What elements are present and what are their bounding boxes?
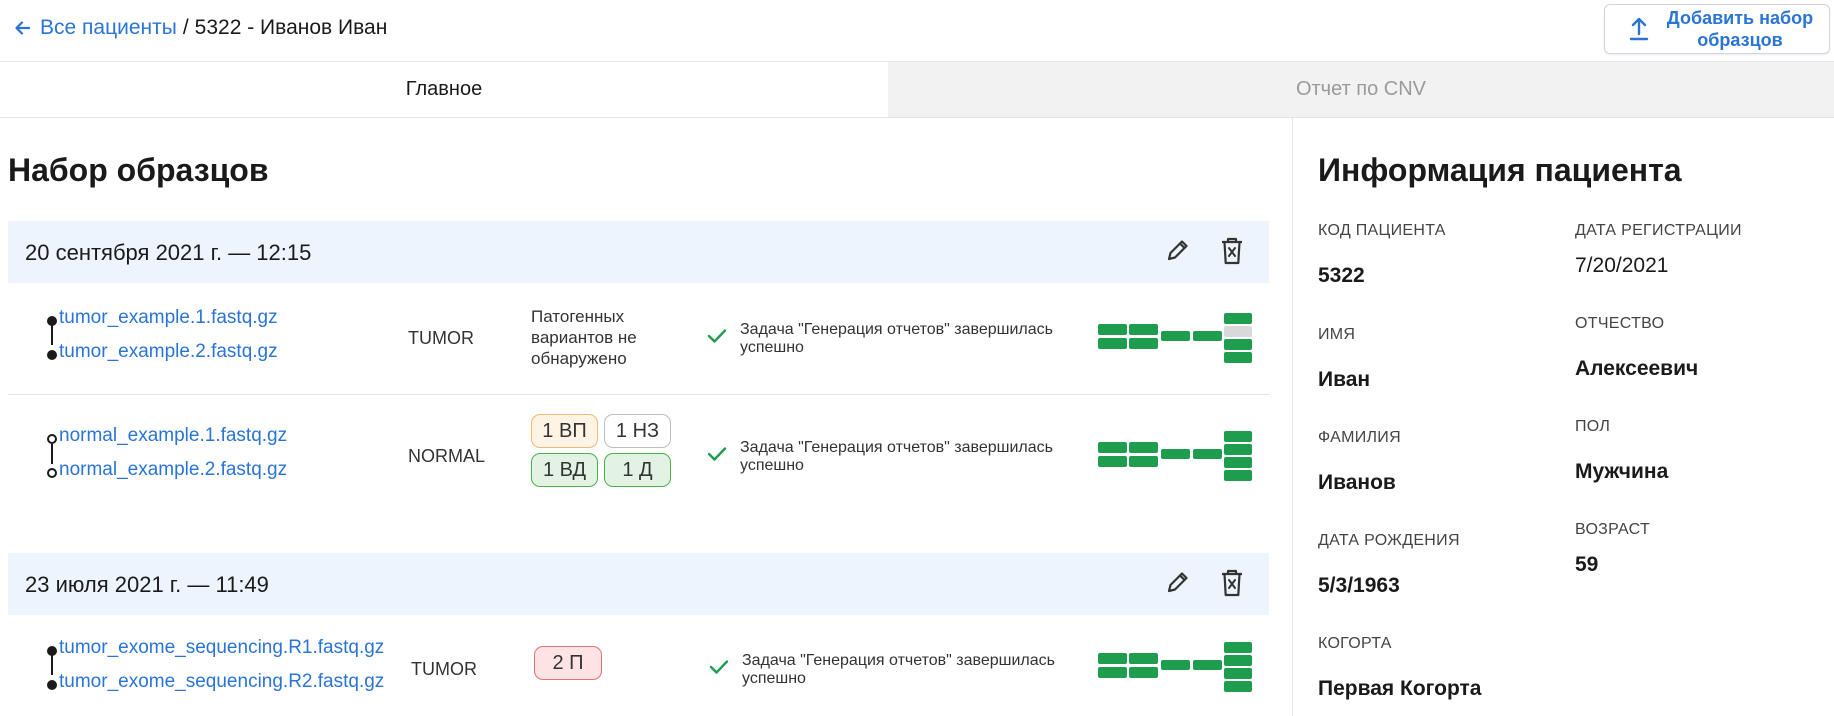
breadcrumb-current: 5322 - Иванов Иван <box>194 16 388 39</box>
pencil-icon[interactable] <box>1165 237 1191 263</box>
pipeline-progress-icon[interactable] <box>1098 431 1252 483</box>
trash-icon[interactable] <box>1220 236 1244 266</box>
sample-type: TUMOR <box>408 328 474 348</box>
file-link[interactable]: tumor_example.1.fastq.gz <box>59 307 278 329</box>
file-dot-icon <box>47 434 57 444</box>
variant-badge[interactable]: 1 Д <box>604 453 671 487</box>
patronymic-value: Алексеевич <box>1575 357 1699 380</box>
check-icon <box>707 329 727 343</box>
last-name-label: ФАМИЛИЯ <box>1318 429 1401 446</box>
add-sample-set-button[interactable]: Добавить набор образцов <box>1604 4 1830 54</box>
task-status: Задача "Генерация отчетов" завершилась у… <box>742 652 1055 687</box>
pipeline-progress-icon[interactable] <box>1098 642 1252 694</box>
breadcrumb: Все пациенты / 5322 - Иванов Иван <box>14 16 387 40</box>
task-status: Задача "Генерация отчетов" завершилась у… <box>740 321 1053 356</box>
file-dot-icon <box>47 350 57 360</box>
pencil-icon[interactable] <box>1165 569 1191 595</box>
variant-badge[interactable]: 1 ВД <box>531 453 598 487</box>
tab-cnv-report[interactable]: Отчет по CNV <box>888 62 1834 117</box>
check-icon <box>709 660 729 674</box>
variant-badge[interactable]: 1 НЗ <box>604 414 671 448</box>
cohort-label: КОГОРТА <box>1318 635 1392 652</box>
sample-sets-panel: Набор образцов 20 сентября 2021 г. — 12:… <box>0 118 1292 716</box>
registration-date-value: 7/20/2021 <box>1575 254 1669 277</box>
breadcrumb-separator: / <box>182 16 189 39</box>
back-link-label[interactable]: Все пациенты <box>40 16 177 40</box>
sample-type: NORMAL <box>408 446 486 466</box>
tab-main[interactable]: Главное <box>0 62 888 117</box>
sample-row: tumor_exome_sequencing.R1.fastq.gz tumor… <box>8 615 1269 716</box>
patient-info-panel: Информация пациента КОД ПАЦИЕНТА 5322 ДА… <box>1292 118 1834 716</box>
birth-date-value: 5/3/1963 <box>1318 574 1400 597</box>
sample-row: normal_example.1.fastq.gz normal_example… <box>8 396 1269 516</box>
pathogenic-variants-text: Патогенных вариантов не обнаружено <box>531 307 637 368</box>
sex-value: Мужчина <box>1575 460 1669 483</box>
sample-set-header: 23 июля 2021 г. — 11:49 <box>8 553 1269 615</box>
file-link[interactable]: normal_example.2.fastq.gz <box>59 459 287 481</box>
file-link[interactable]: tumor_example.2.fastq.gz <box>59 341 278 363</box>
registration-date-label: ДАТА РЕГИСТРАЦИИ <box>1575 222 1742 239</box>
arrow-left-icon <box>15 21 30 35</box>
file-link-line <box>51 444 53 464</box>
sample-set-header: 20 сентября 2021 г. — 12:15 <box>8 221 1269 283</box>
variant-badge[interactable]: 1 ВП <box>531 414 598 448</box>
file-link[interactable]: normal_example.1.fastq.gz <box>59 425 287 447</box>
sex-label: ПОЛ <box>1575 418 1611 435</box>
upload-icon <box>1629 17 1649 41</box>
check-icon <box>707 447 727 461</box>
file-link[interactable]: tumor_exome_sequencing.R1.fastq.gz <box>59 637 384 659</box>
patient-code-label: КОД ПАЦИЕНТА <box>1318 222 1446 239</box>
first-name-value: Иван <box>1318 368 1371 391</box>
file-dot-icon <box>47 468 57 478</box>
file-link-line <box>51 655 53 675</box>
age-value: 59 <box>1575 553 1599 576</box>
cohort-value: Первая Когорта <box>1318 677 1482 700</box>
last-name-value: Иванов <box>1318 471 1396 494</box>
age-label: ВОЗРАСТ <box>1575 521 1651 538</box>
back-to-patients-link[interactable]: Все пациенты <box>14 16 177 40</box>
trash-icon[interactable] <box>1220 568 1244 598</box>
file-link[interactable]: tumor_exome_sequencing.R2.fastq.gz <box>59 671 384 693</box>
variant-badge[interactable]: 2 П <box>534 646 602 680</box>
add-sample-set-label: Добавить набор образцов <box>1666 8 1814 50</box>
sample-row: tumor_example.1.fastq.gz tumor_example.2… <box>8 283 1269 395</box>
task-status: Задача "Генерация отчетов" завершилась у… <box>740 439 1053 474</box>
sample-type: TUMOR <box>411 659 477 679</box>
file-dot-icon <box>47 680 57 690</box>
top-bar: Все пациенты / 5322 - Иванов Иван Добави… <box>0 0 1834 62</box>
sample-set-date: 23 июля 2021 г. — 11:49 <box>25 572 269 597</box>
patient-info-title: Информация пациента <box>1318 152 1682 188</box>
first-name-label: ИМЯ <box>1318 326 1356 343</box>
patient-code-value: 5322 <box>1318 264 1365 287</box>
birth-date-label: ДАТА РОЖДЕНИЯ <box>1318 532 1460 549</box>
patronymic-label: ОТЧЕСТВО <box>1575 315 1665 332</box>
sample-sets-title: Набор образцов <box>8 152 269 188</box>
sample-set-date: 20 сентября 2021 г. — 12:15 <box>25 240 312 265</box>
tab-bar: Главное Отчет по CNV <box>0 62 1834 118</box>
file-link-line <box>51 325 53 345</box>
pipeline-progress-icon[interactable] <box>1098 313 1252 365</box>
